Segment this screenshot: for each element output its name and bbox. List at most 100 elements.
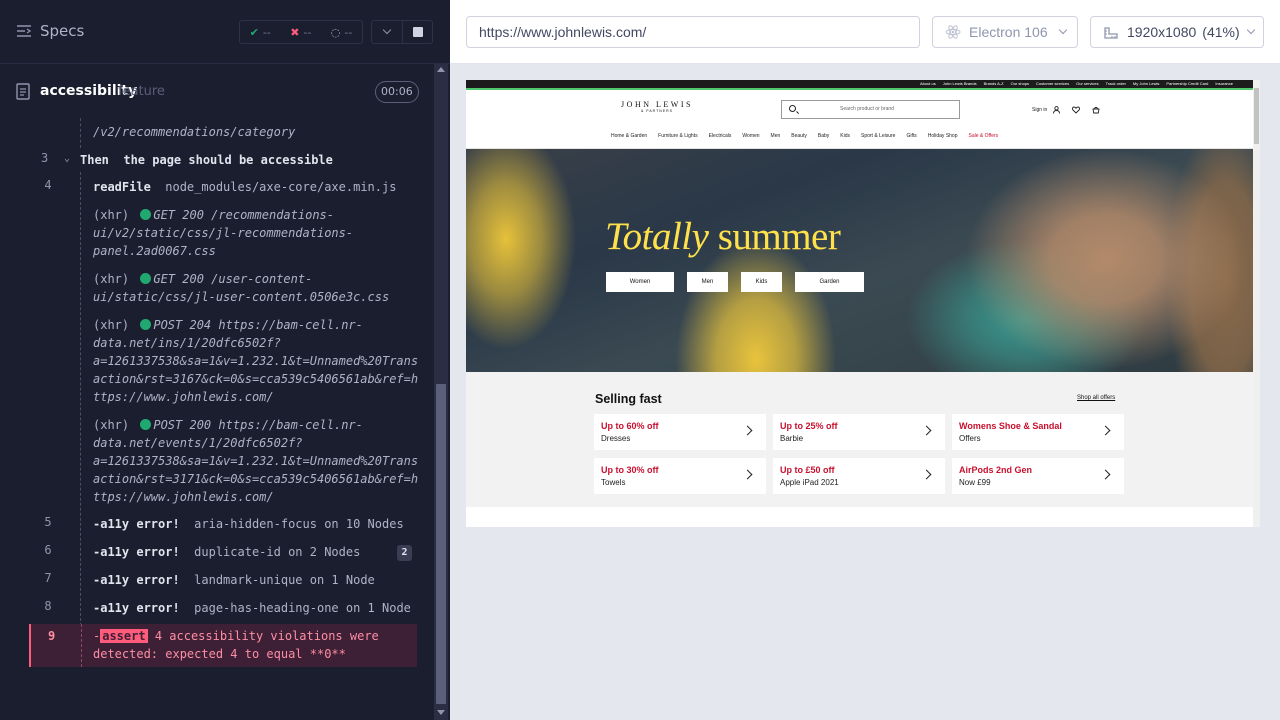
selling-fast-section: Selling fast Shop all offers Up to 60% o… — [466, 372, 1253, 527]
a11y-error-row[interactable]: 7 -a11y error! landmark-unique on 1 Node — [0, 571, 417, 595]
top-link[interactable]: About us — [920, 81, 936, 86]
nav-item[interactable]: Home & Garden — [611, 133, 647, 139]
assert-label: assert — [100, 629, 148, 643]
count-badge: 2 — [397, 545, 412, 561]
scrollbar-thumb[interactable] — [436, 384, 446, 704]
command-row-readfile[interactable]: 4 readFile node_modules/axe-core/axe.min… — [0, 178, 417, 202]
spec-duration: 00:06 — [375, 81, 419, 103]
command-number: 9 — [48, 629, 56, 643]
spec-file-header[interactable]: accessibility feature 00:06 — [0, 76, 432, 108]
top-link[interactable]: Insurance — [1215, 81, 1233, 86]
nav-item[interactable]: Women — [742, 133, 759, 139]
user-icon[interactable] — [1053, 106, 1061, 114]
chevron-right-icon — [742, 469, 753, 480]
command-name: readFile — [93, 180, 151, 194]
top-link[interactable]: Our services — [1076, 81, 1098, 86]
chevron-right-icon — [921, 469, 932, 480]
nav-item-sale[interactable]: Sale & Offers — [969, 133, 999, 139]
xhr-row[interactable]: (xhr) POST 204 https://bam-cell.nr- data… — [0, 316, 418, 408]
heart-icon[interactable] — [1072, 106, 1081, 114]
step-then-row[interactable]: 3 ⌄ Then the page should be accessible — [0, 148, 417, 172]
account-area: Sign in — [1032, 106, 1100, 114]
site-top-bar: About us John Lewis Brands Brands A-Z Ou… — [466, 80, 1253, 90]
url-bar[interactable]: https://www.johnlewis.com/ — [466, 16, 920, 48]
specs-toggle-button[interactable]: Specs — [16, 22, 84, 40]
stop-button[interactable] — [403, 20, 433, 44]
deal-card[interactable]: Up to £50 off Apple iPad 2021 — [773, 458, 945, 494]
hero-button-men[interactable]: Men — [687, 272, 728, 292]
document-icon — [16, 83, 30, 100]
top-link[interactable]: Partnership Credit Card — [1166, 81, 1208, 86]
top-link[interactable]: Customer services — [1036, 81, 1069, 86]
options-dropdown-button[interactable] — [371, 20, 403, 44]
deal-card[interactable]: Up to 30% off Towels — [594, 458, 766, 494]
section-title: Selling fast — [595, 392, 662, 406]
xhr-row[interactable]: (xhr) GET 200 /recommendations- ui/v2/st… — [0, 206, 417, 262]
nav-item[interactable]: Beauty — [791, 133, 807, 139]
site-search-input[interactable]: Search product or brand — [781, 100, 960, 119]
chevron-down-icon — [382, 25, 392, 35]
deal-card[interactable]: Womens Shoe & Sandal Offers — [952, 414, 1124, 450]
nav-item[interactable]: Sport & Leisure — [861, 133, 895, 139]
viewport-size: 1920x1080 — [1127, 24, 1197, 40]
electron-icon — [945, 25, 961, 39]
aut-iframe[interactable]: About us John Lewis Brands Brands A-Z Ou… — [466, 80, 1260, 527]
specs-label: Specs — [40, 22, 85, 40]
chevron-right-icon — [1100, 425, 1111, 436]
pending-circle-icon: ◌ — [330, 25, 341, 39]
stop-icon — [412, 27, 423, 37]
hero-button-women[interactable]: Women — [606, 272, 674, 292]
top-link[interactable]: John Lewis Brands — [943, 81, 977, 86]
top-link[interactable]: Our shops — [1011, 81, 1029, 86]
nav-item[interactable]: Gifts — [906, 133, 916, 139]
deal-card[interactable]: AirPods 2nd Gen Now £99 — [952, 458, 1124, 494]
scroll-down-arrow-icon[interactable] — [437, 710, 445, 715]
nesting-guide — [81, 624, 82, 667]
hero-button-kids[interactable]: Kids — [741, 272, 782, 292]
chevron-down-icon — [1246, 25, 1255, 35]
log-scrollbar[interactable] — [434, 64, 448, 720]
stat-failed: ✖ -- — [290, 25, 312, 39]
status-dot-icon — [140, 319, 152, 330]
hero-button-garden[interactable]: Garden — [795, 272, 864, 292]
sign-in-link[interactable]: Sign in — [1032, 107, 1047, 113]
browser-selector[interactable]: Electron 106 — [932, 16, 1078, 48]
top-link[interactable]: My John Lewis — [1133, 81, 1159, 86]
chevron-right-icon — [921, 425, 932, 436]
command-log-panel: Specs ✔ -- ✖ -- ◌ -- accessibility feature … — [0, 0, 450, 720]
xhr-row[interactable]: (xhr) GET 200 /user-content- ui/static/c… — [0, 270, 417, 308]
command-list: /v2/recommendations/category 3 ⌄ Then th… — [0, 118, 432, 678]
shop-all-offers-link[interactable]: Shop all offers — [1077, 395, 1115, 401]
top-link[interactable]: Brands A-Z — [984, 81, 1004, 86]
site-logo[interactable]: JOHN LEWIS & PARTNERS — [617, 100, 697, 113]
test-stats: ✔ -- ✖ -- ◌ -- — [239, 20, 363, 44]
top-link[interactable]: Track order — [1106, 81, 1126, 86]
nav-item[interactable]: Kids — [840, 133, 850, 139]
nav-item[interactable]: Electricals — [709, 133, 732, 139]
nav-item[interactable]: Baby — [818, 133, 829, 139]
collapse-caret-icon[interactable]: ⌄ — [64, 153, 70, 164]
hero-banner[interactable]: Totally summer Women Men Kids Garden — [466, 149, 1253, 372]
failed-assertion-row[interactable]: 9 - assert 4 accessibility violations wer… — [29, 624, 417, 667]
xhr-row[interactable]: (xhr) POST 200 https://bam-cell.nr- data… — [0, 416, 418, 508]
nav-item[interactable]: Men — [771, 133, 781, 139]
viewport-scale: (41%) — [1202, 24, 1240, 40]
nav-item[interactable]: Furniture & Lights — [658, 133, 697, 139]
scroll-up-arrow-icon[interactable] — [437, 67, 445, 72]
nav-item[interactable]: Holiday Shop — [928, 133, 958, 139]
previous-command-tail: /v2/recommendations/category — [93, 125, 296, 139]
a11y-error-row[interactable]: 6 -a11y error! duplicate-id on 2 Nodes 2 — [0, 543, 417, 567]
viewport-selector[interactable]: 1920x1080 (41%) — [1090, 16, 1264, 48]
scrollbar-thumb[interactable] — [1254, 88, 1259, 144]
x-icon: ✖ — [290, 25, 300, 39]
deal-card[interactable]: Up to 25% off Barbie — [773, 414, 945, 450]
a11y-error-row[interactable]: 8 -a11y error! page-has-heading-one on 1… — [0, 599, 417, 623]
deal-card[interactable]: Up to 60% off Dresses — [594, 414, 766, 450]
a11y-error-row[interactable]: 5 -a11y error! aria-hidden-focus on 10 N… — [0, 515, 417, 539]
basket-icon[interactable] — [1092, 106, 1100, 114]
top-links: About us John Lewis Brands Brands A-Z Ou… — [920, 81, 1233, 86]
aut-scrollbar[interactable] — [1253, 80, 1260, 527]
ruler-icon — [1104, 27, 1118, 39]
browser-name: Electron 106 — [969, 24, 1048, 40]
page-continuation — [466, 507, 1253, 527]
